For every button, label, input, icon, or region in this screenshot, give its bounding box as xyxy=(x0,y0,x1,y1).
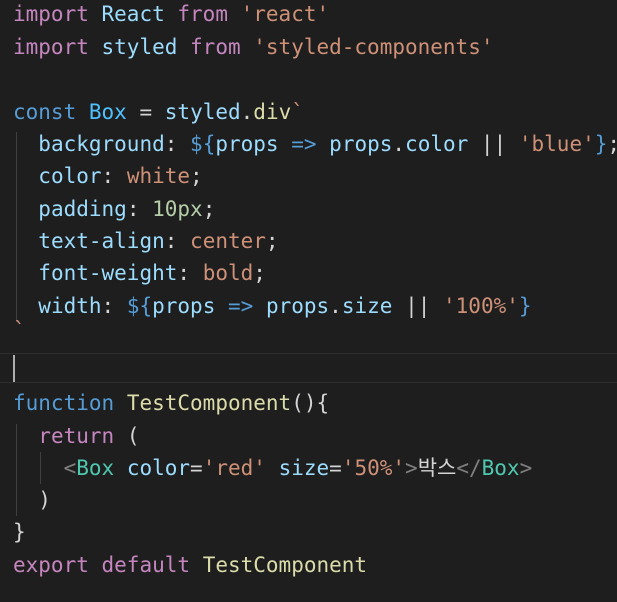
template-backtick: ` xyxy=(291,100,304,124)
operator-equals: = xyxy=(329,456,342,480)
operator-colon: : xyxy=(126,197,140,221)
string-blue: 'blue' xyxy=(518,132,595,156)
open-paren: ( xyxy=(126,424,140,448)
keyword-from: from xyxy=(177,2,228,26)
template-close: } xyxy=(518,294,532,318)
field-color: color xyxy=(405,132,469,156)
operator-dot: . xyxy=(392,132,406,156)
css-value-bold: bold xyxy=(202,261,254,285)
code-line-14[interactable]: return ( xyxy=(13,420,139,452)
css-property-text-align: text-align xyxy=(38,229,165,253)
jsx-close-bracket: > xyxy=(405,456,418,480)
current-line-highlight xyxy=(0,353,617,383)
jsx-component-box: Box xyxy=(76,456,115,480)
identifier-box: Box xyxy=(88,100,127,124)
arrow-operator: => xyxy=(228,294,254,318)
operator-dot: . xyxy=(240,100,254,124)
identifier-props: props xyxy=(329,132,393,156)
close-brace: } xyxy=(13,520,26,544)
jsx-close-tag-open: </ xyxy=(456,456,482,480)
code-line-1[interactable]: import React from 'react' xyxy=(13,0,329,30)
jsx-value-red: 'red' xyxy=(202,456,266,480)
code-line-2[interactable]: import styled from 'styled-components' xyxy=(13,31,493,63)
operator-dot: . xyxy=(329,294,342,318)
text-cursor xyxy=(13,355,15,382)
keyword-export: export xyxy=(13,553,89,577)
string-100-percent: '100%' xyxy=(443,294,519,318)
jsx-attr-color: color xyxy=(126,456,191,480)
code-line-16[interactable]: ) xyxy=(13,484,51,516)
css-value-white: white xyxy=(126,164,191,188)
identifier-styled: styled xyxy=(164,100,241,124)
jsx-component-box: Box xyxy=(481,456,520,480)
css-property-width: width xyxy=(38,294,102,318)
identifier-props: props xyxy=(265,294,330,318)
code-line-13[interactable]: function TestComponent(){ xyxy=(13,387,329,419)
keyword-from: from xyxy=(190,35,241,59)
operator-equals: = xyxy=(190,456,203,480)
jsx-text-content: 박스 xyxy=(417,456,457,480)
semicolon: ; xyxy=(190,164,203,188)
code-line-10[interactable]: width: ${props => props.size || '100%'} xyxy=(13,290,532,322)
operator-or: || xyxy=(480,132,507,156)
operator-colon: : xyxy=(164,229,178,253)
operator-or: || xyxy=(405,294,431,318)
operator-colon: : xyxy=(101,294,115,318)
code-line-6[interactable]: color: white; xyxy=(13,160,203,192)
jsx-attr-size: size xyxy=(278,456,330,480)
operator-colon: : xyxy=(177,261,191,285)
code-line-4[interactable]: const Box = styled.div` xyxy=(13,96,304,128)
identifier-styled: styled xyxy=(101,35,178,59)
code-line-17[interactable]: } xyxy=(13,516,26,548)
string-styled-components: 'styled-components' xyxy=(253,35,494,59)
function-parens: (){ xyxy=(291,391,330,415)
close-paren: ) xyxy=(38,488,51,512)
arrow-operator: => xyxy=(291,132,317,156)
keyword-function: function xyxy=(13,391,115,415)
css-property-font-weight: font-weight xyxy=(38,261,178,285)
code-line-5[interactable]: background: ${props => props.color || 'b… xyxy=(13,128,617,160)
keyword-return: return xyxy=(38,424,115,448)
code-line-7[interactable]: padding: 10px; xyxy=(13,193,215,225)
semicolon: ; xyxy=(265,229,279,253)
semicolon: ; xyxy=(607,132,617,156)
keyword-import: import xyxy=(13,35,89,59)
css-value-10px: 10px xyxy=(152,197,203,221)
code-line-15[interactable]: <Box color='red' size='50%'>박스</Box> xyxy=(13,452,533,484)
field-size: size xyxy=(341,294,393,318)
keyword-default: default xyxy=(101,553,191,577)
string-react: 'react' xyxy=(240,2,330,26)
code-line-18[interactable]: export default TestComponent xyxy=(13,549,367,581)
operator-colon: : xyxy=(164,132,178,156)
keyword-import: import xyxy=(13,2,89,26)
code-line-8[interactable]: text-align: center; xyxy=(13,225,279,257)
semicolon: ; xyxy=(253,261,266,285)
identifier-testcomponent: TestComponent xyxy=(202,553,368,577)
keyword-const: const xyxy=(13,100,77,124)
code-line-9[interactable]: font-weight: bold; xyxy=(13,257,266,289)
template-open: ${ xyxy=(126,294,153,318)
jsx-value-50-percent: '50%' xyxy=(341,456,406,480)
param-props: props xyxy=(152,294,216,318)
code-editor[interactable]: import React from 'react' import styled … xyxy=(0,0,617,602)
method-div: div xyxy=(253,100,292,124)
semicolon: ; xyxy=(202,197,216,221)
operator-equals: = xyxy=(139,100,153,124)
identifier-react: React xyxy=(101,2,165,26)
code-line-11[interactable]: ` xyxy=(13,314,26,346)
template-open: ${ xyxy=(190,132,216,156)
jsx-open-bracket: < xyxy=(63,456,77,480)
css-value-center: center xyxy=(190,229,266,253)
operator-colon: : xyxy=(101,164,115,188)
param-props: props xyxy=(215,132,279,156)
template-close: } xyxy=(594,132,608,156)
css-property-background: background xyxy=(38,132,165,156)
template-backtick: ` xyxy=(13,318,26,342)
function-name-testcomponent: TestComponent xyxy=(126,391,292,415)
jsx-close-bracket: > xyxy=(519,456,533,480)
css-property-padding: padding xyxy=(38,197,127,221)
css-property-color: color xyxy=(38,164,102,188)
